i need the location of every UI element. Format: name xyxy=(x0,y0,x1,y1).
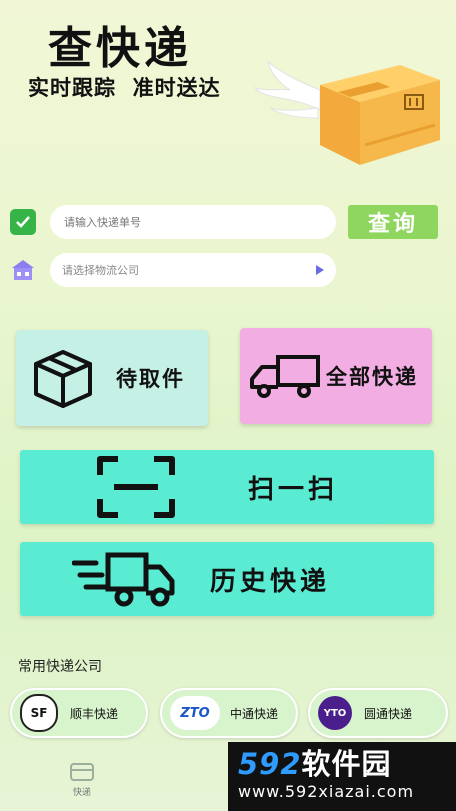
zto-logo-icon: ZTO xyxy=(170,696,220,730)
company-zto-name: 中通快递 xyxy=(230,706,279,721)
yto-logo-icon: YTO xyxy=(318,696,352,730)
company-sf-name: 顺丰快递 xyxy=(70,706,119,721)
zto-logo-text: ZTO xyxy=(180,705,210,721)
tracking-row xyxy=(10,205,336,239)
scan-label: 扫一扫 xyxy=(248,474,339,505)
pending-pickup-card[interactable]: 待取件 xyxy=(16,330,208,426)
app-subtitle: 实时跟踪 准时送达 xyxy=(28,76,221,100)
all-parcels-label: 全部快递 xyxy=(326,365,418,389)
query-button[interactable]: 查询 xyxy=(348,205,438,239)
common-companies-title: 常用快递公司 xyxy=(18,659,102,675)
tab-home[interactable]: 快递 xyxy=(60,760,104,798)
winged-parcel-icon xyxy=(253,60,440,165)
company-yto-name: 圆通快递 xyxy=(364,706,413,721)
dropdown-arrow-icon xyxy=(316,265,324,275)
sf-logo-text: SF xyxy=(30,706,48,720)
check-icon xyxy=(10,209,36,235)
box-icon xyxy=(34,350,92,408)
scan-icon xyxy=(97,456,175,518)
company-zto[interactable]: ZTO 中通快递 xyxy=(160,688,298,738)
delivery-truck-icon xyxy=(250,355,320,398)
all-parcels-card[interactable]: 全部快递 xyxy=(240,328,432,424)
parcel-tab-icon xyxy=(70,763,94,781)
pending-pickup-label: 待取件 xyxy=(116,367,185,391)
watermark-brand-number: 592 xyxy=(238,747,302,781)
company-select-placeholder: 请选择物流公司 xyxy=(62,264,139,277)
sf-logo-icon: SF xyxy=(20,694,58,732)
company-yto[interactable]: YTO 圆通快递 xyxy=(308,688,448,738)
watermark-brand-text: 软件园 xyxy=(301,747,392,781)
watermark-url: www.592xiazai.com xyxy=(238,782,415,801)
tracking-number-input[interactable] xyxy=(62,214,324,230)
scan-card[interactable]: 扫一扫 xyxy=(20,450,434,524)
warehouse-icon xyxy=(10,257,36,283)
watermark-brand: 592软件园 xyxy=(238,748,446,780)
app-title: 查快递 xyxy=(48,23,192,74)
company-select-row: 请选择物流公司 xyxy=(10,253,336,287)
fast-truck-icon xyxy=(72,552,175,607)
company-sf[interactable]: SF 顺丰快递 xyxy=(10,688,148,738)
tab-home-label: 快递 xyxy=(72,788,91,798)
history-label: 历史快递 xyxy=(210,566,331,597)
site-watermark: 592软件园 www.592xiazai.com xyxy=(228,742,456,811)
tracking-number-field[interactable] xyxy=(50,205,336,239)
yto-logo-text: YTO xyxy=(323,707,347,719)
company-select[interactable]: 请选择物流公司 xyxy=(50,253,336,287)
history-card[interactable]: 历史快递 xyxy=(20,542,434,616)
